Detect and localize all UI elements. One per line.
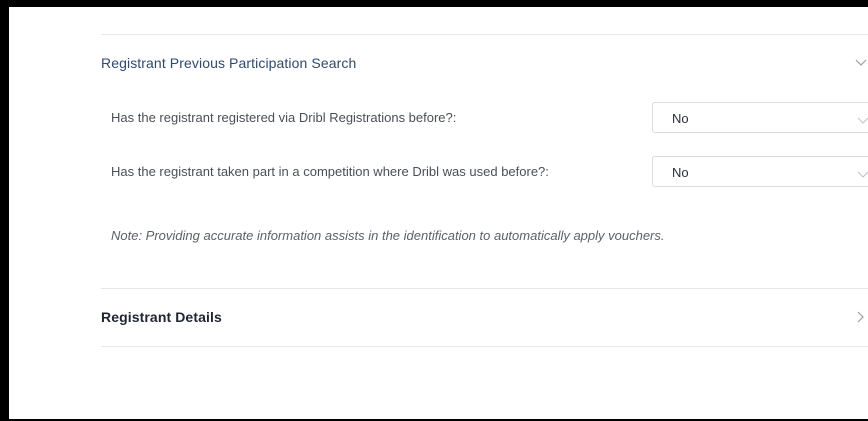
divider-bottom	[101, 346, 868, 347]
section-title-previous-participation: Registrant Previous Participation Search	[101, 55, 357, 71]
section-header-previous-participation[interactable]: Registrant Previous Participation Search	[101, 52, 868, 74]
competition-before-value: No	[672, 165, 689, 180]
registered-before-value: No	[672, 111, 689, 126]
chevron-right-icon[interactable]	[854, 310, 868, 324]
chevron-down-icon[interactable]	[854, 56, 868, 70]
competition-before-select[interactable]: No	[652, 156, 868, 187]
registration-form-panel: Registrant Previous Participation Search…	[9, 7, 868, 419]
section-header-registrant-details[interactable]: Registrant Details	[101, 306, 868, 328]
divider-top	[101, 34, 868, 35]
chevron-down-icon	[857, 112, 868, 130]
field-row-registered-before: Has the registrant registered via Dribl …	[111, 102, 868, 134]
field-row-competition-before: Has the registrant taken part in a compe…	[111, 156, 868, 188]
section-title-registrant-details: Registrant Details	[101, 309, 222, 325]
divider-middle	[101, 288, 868, 289]
voucher-note: Note: Providing accurate information ass…	[111, 228, 665, 243]
chevron-down-icon	[857, 166, 868, 184]
registered-before-select[interactable]: No	[652, 102, 868, 133]
window-frame: Registrant Previous Participation Search…	[0, 0, 868, 421]
registered-before-label: Has the registrant registered via Dribl …	[111, 110, 457, 125]
competition-before-label: Has the registrant taken part in a compe…	[111, 164, 549, 179]
